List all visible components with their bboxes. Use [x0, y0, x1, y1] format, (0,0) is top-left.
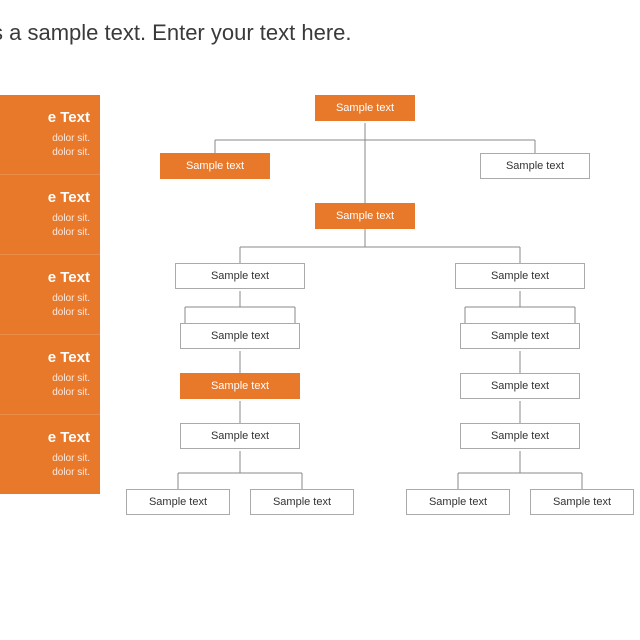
node-l5-left: Sample text [180, 373, 300, 399]
sidebar-body-line: dolor sit. [0, 466, 90, 480]
sidebar-item-body: dolor sit. dolor sit. [0, 132, 90, 160]
sidebar-item: e Text dolor sit. dolor sit. [0, 255, 100, 335]
node-l3-right: Sample text [455, 263, 585, 289]
sidebar-body-line: dolor sit. [0, 386, 90, 400]
node-leaf: Sample text [250, 489, 354, 515]
node-l1-left: Sample text [160, 153, 270, 179]
sidebar-item-title: e Text [0, 429, 90, 446]
node-l4-right: Sample text [460, 323, 580, 349]
sidebar-item-body: dolor sit. dolor sit. [0, 292, 90, 320]
node-leaf: Sample text [126, 489, 230, 515]
node-l4-left: Sample text [180, 323, 300, 349]
sidebar: e Text dolor sit. dolor sit. e Text dolo… [0, 95, 100, 494]
sidebar-item-title: e Text [0, 189, 90, 206]
sidebar-body-line: dolor sit. [0, 306, 90, 320]
node-l6-right: Sample text [460, 423, 580, 449]
sidebar-item-title: e Text [0, 349, 90, 366]
org-chart: Sample text Sample text Sample text Samp… [120, 95, 640, 615]
sidebar-item: e Text dolor sit. dolor sit. [0, 95, 100, 175]
sidebar-body-line: dolor sit. [0, 132, 90, 146]
node-l5-right: Sample text [460, 373, 580, 399]
page-title: s is a sample text. Enter your text here… [0, 20, 352, 46]
node-l1-right: Sample text [480, 153, 590, 179]
sidebar-item-body: dolor sit. dolor sit. [0, 372, 90, 400]
sidebar-item: e Text dolor sit. dolor sit. [0, 335, 100, 415]
node-leaf: Sample text [530, 489, 634, 515]
sidebar-body-line: dolor sit. [0, 226, 90, 240]
sidebar-item: e Text dolor sit. dolor sit. [0, 175, 100, 255]
sidebar-item-title: e Text [0, 109, 90, 126]
sidebar-body-line: dolor sit. [0, 372, 90, 386]
node-l6-left: Sample text [180, 423, 300, 449]
sidebar-body-line: dolor sit. [0, 292, 90, 306]
sidebar-body-line: dolor sit. [0, 452, 90, 466]
sidebar-item-body: dolor sit. dolor sit. [0, 212, 90, 240]
sidebar-item-title: e Text [0, 269, 90, 286]
sidebar-body-line: dolor sit. [0, 146, 90, 160]
sidebar-body-line: dolor sit. [0, 212, 90, 226]
node-leaf: Sample text [406, 489, 510, 515]
sidebar-item-body: dolor sit. dolor sit. [0, 452, 90, 480]
node-l2-center: Sample text [315, 203, 415, 229]
node-root: Sample text [315, 95, 415, 121]
node-l3-left: Sample text [175, 263, 305, 289]
sidebar-item: e Text dolor sit. dolor sit. [0, 415, 100, 494]
